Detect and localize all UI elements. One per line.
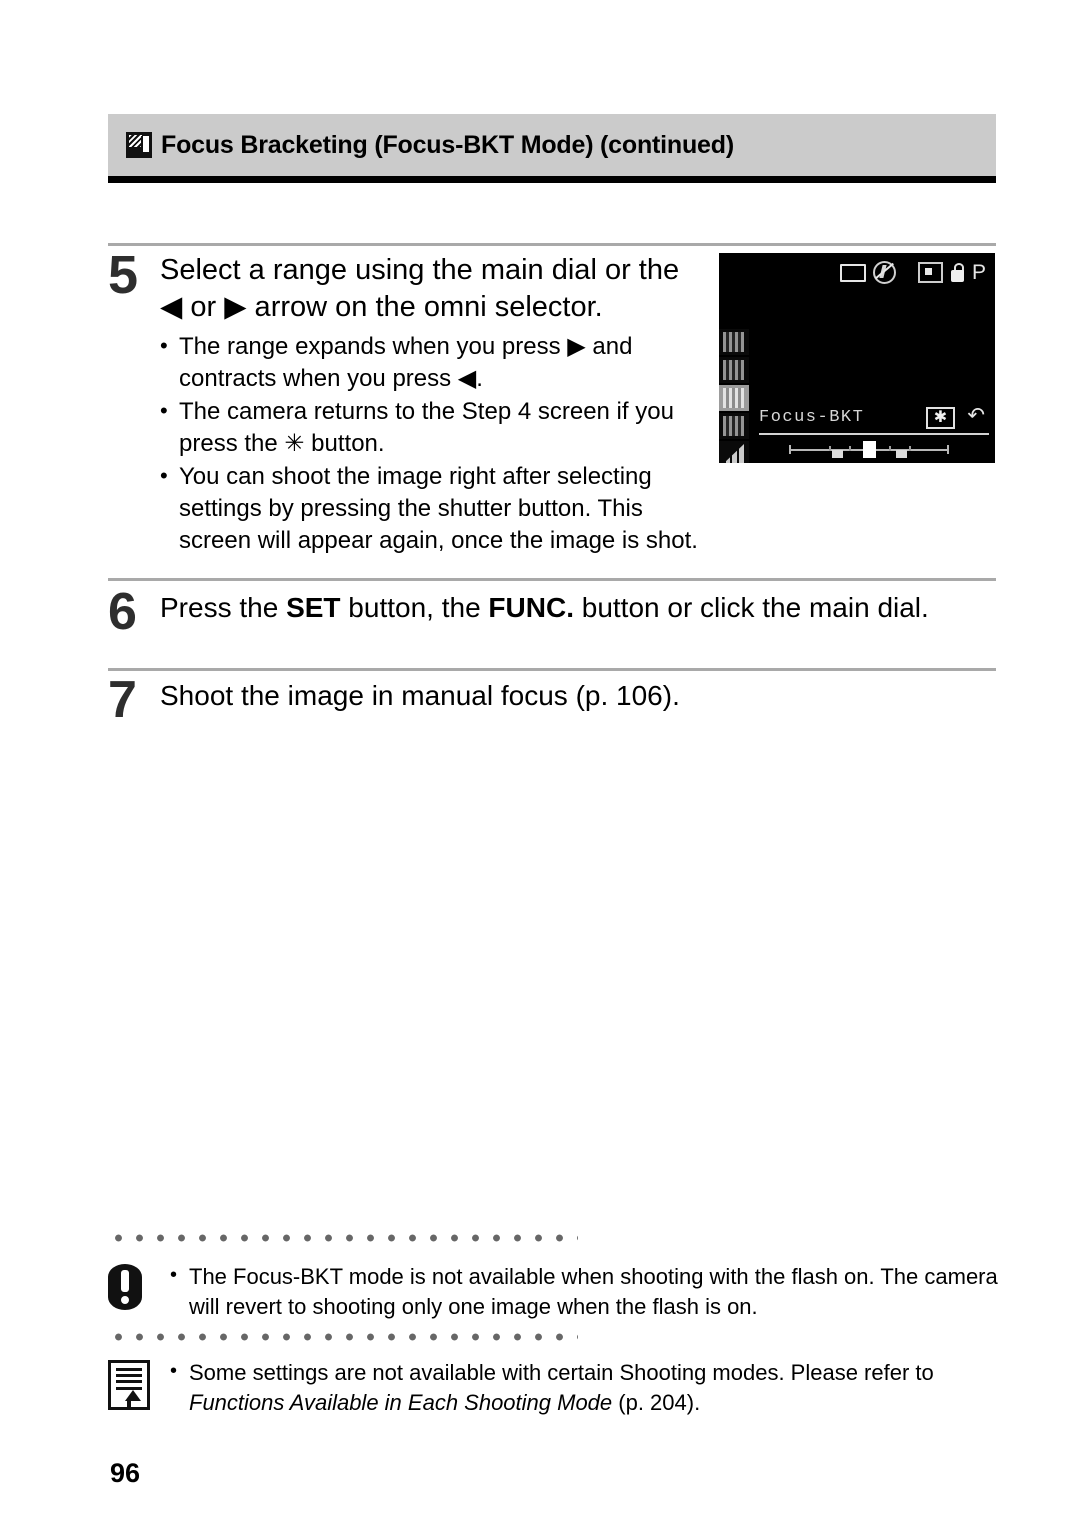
bullet-text: The range expands when you press ▶ and c… [179, 333, 633, 393]
bullet-marker: • [170, 1264, 178, 1286]
warning-icon [108, 1262, 170, 1310]
program-mode-letter: P [971, 261, 986, 284]
bullet-marker: • [160, 398, 168, 424]
bullet-marker: • [160, 333, 168, 359]
lcd-side-icon-column [719, 329, 749, 463]
memo-note-reference: Functions Available in Each Shooting Mod… [189, 1389, 613, 1415]
bracketing-icon [719, 385, 749, 411]
page-header: Focus Bracketing (Focus-BKT Mode) (conti… [108, 114, 996, 183]
lcd-mode-label: Focus-BKT [759, 408, 865, 427]
focus-range-slider [789, 441, 949, 459]
flash-off-icon [872, 261, 896, 284]
lcd-divider [759, 433, 989, 435]
memo-note-text-after: (p. 204). [612, 1389, 701, 1415]
memo-note-text: Some settings are not available with cer… [189, 1358, 1008, 1417]
frame-icon [839, 263, 866, 282]
step-6-title-mid: button, the [340, 592, 489, 623]
step-7: 7 Shoot the image in manual focus (p. 10… [108, 671, 996, 729]
return-arrow-icon: ↶ [967, 404, 985, 427]
step-5-title-line-2: ◀ or ▶ arrow on the omni selector. [160, 291, 603, 324]
memo-note-icon [108, 1358, 170, 1410]
slider-tick [829, 446, 831, 451]
step-6-title: Press the SET button, the FUNC. button o… [160, 590, 996, 626]
set-button-label: SET [286, 592, 341, 623]
step-5-title-line-1: Select a range using the main dial or th… [160, 254, 680, 286]
memo-note-text-before: Some settings are not available with cer… [189, 1360, 934, 1385]
slider-tick [849, 446, 851, 451]
dotted-separator-top [108, 1234, 578, 1242]
image-size-icon [719, 441, 749, 463]
list-item: • The camera returns to the Step 4 scree… [160, 396, 708, 460]
func-button-label: FUNC. [488, 592, 574, 623]
warning-note-text: The Focus-BKT mode is not available when… [189, 1264, 998, 1319]
warning-note: • The Focus-BKT mode is not available wh… [108, 1262, 1008, 1321]
bullet-text: You can shoot the image right after sele… [179, 462, 698, 554]
metering-icon [917, 262, 943, 283]
white-balance-icon [719, 329, 749, 355]
page-title: Focus Bracketing (Focus-BKT Mode) (conti… [161, 130, 734, 159]
step-6: 6 Press the SET button, the FUNC. button… [108, 583, 996, 641]
bullet-text: The camera returns to the Step 4 screen … [179, 398, 674, 457]
slider-tick [889, 446, 891, 451]
photo-effect-icon [719, 357, 749, 383]
step-7-number: 7 [108, 671, 137, 729]
macro-icon [950, 263, 965, 282]
dotted-separator-bottom [108, 1333, 578, 1341]
memo-note: • Some settings are not available with c… [108, 1358, 1008, 1417]
step-6-title-prefix: Press the [160, 592, 287, 623]
camera-lcd-screenshot: P Focus-BKT ✱ ↶ [719, 253, 995, 463]
bullet-marker: • [170, 1360, 178, 1382]
page-number: 96 [110, 1458, 141, 1488]
step-5-number: 5 [108, 245, 139, 305]
header-underline [108, 176, 996, 183]
divider-above-step-6 [108, 578, 996, 581]
focus-bracketing-icon [126, 132, 152, 158]
divider-above-step-5 [108, 243, 996, 246]
list-item: • The range expands when you press ▶ and… [160, 331, 708, 395]
iso-icon [719, 413, 749, 439]
header-bar: Focus Bracketing (Focus-BKT Mode) (conti… [108, 114, 996, 176]
slider-marker-left [832, 450, 843, 458]
step-7-title: Shoot the image in manual focus (p. 106)… [160, 680, 680, 711]
slider-tick [909, 446, 911, 451]
bullet-marker: • [160, 462, 168, 488]
step-6-title-suffix: button or click the main dial. [573, 592, 929, 623]
asterisk-button-icon: ✱ [926, 407, 955, 429]
step-5-bullet-list: • The range expands when you press ▶ and… [160, 331, 708, 556]
step-5: 5 Select a range using the main dial or … [108, 245, 708, 558]
divider-above-step-7 [108, 668, 996, 671]
list-item: • You can shoot the image right after se… [160, 461, 708, 557]
step-6-number: 6 [108, 583, 137, 641]
slider-marker-center [863, 441, 876, 458]
slider-marker-right [896, 450, 907, 458]
lcd-top-icon-row: P [839, 261, 986, 284]
